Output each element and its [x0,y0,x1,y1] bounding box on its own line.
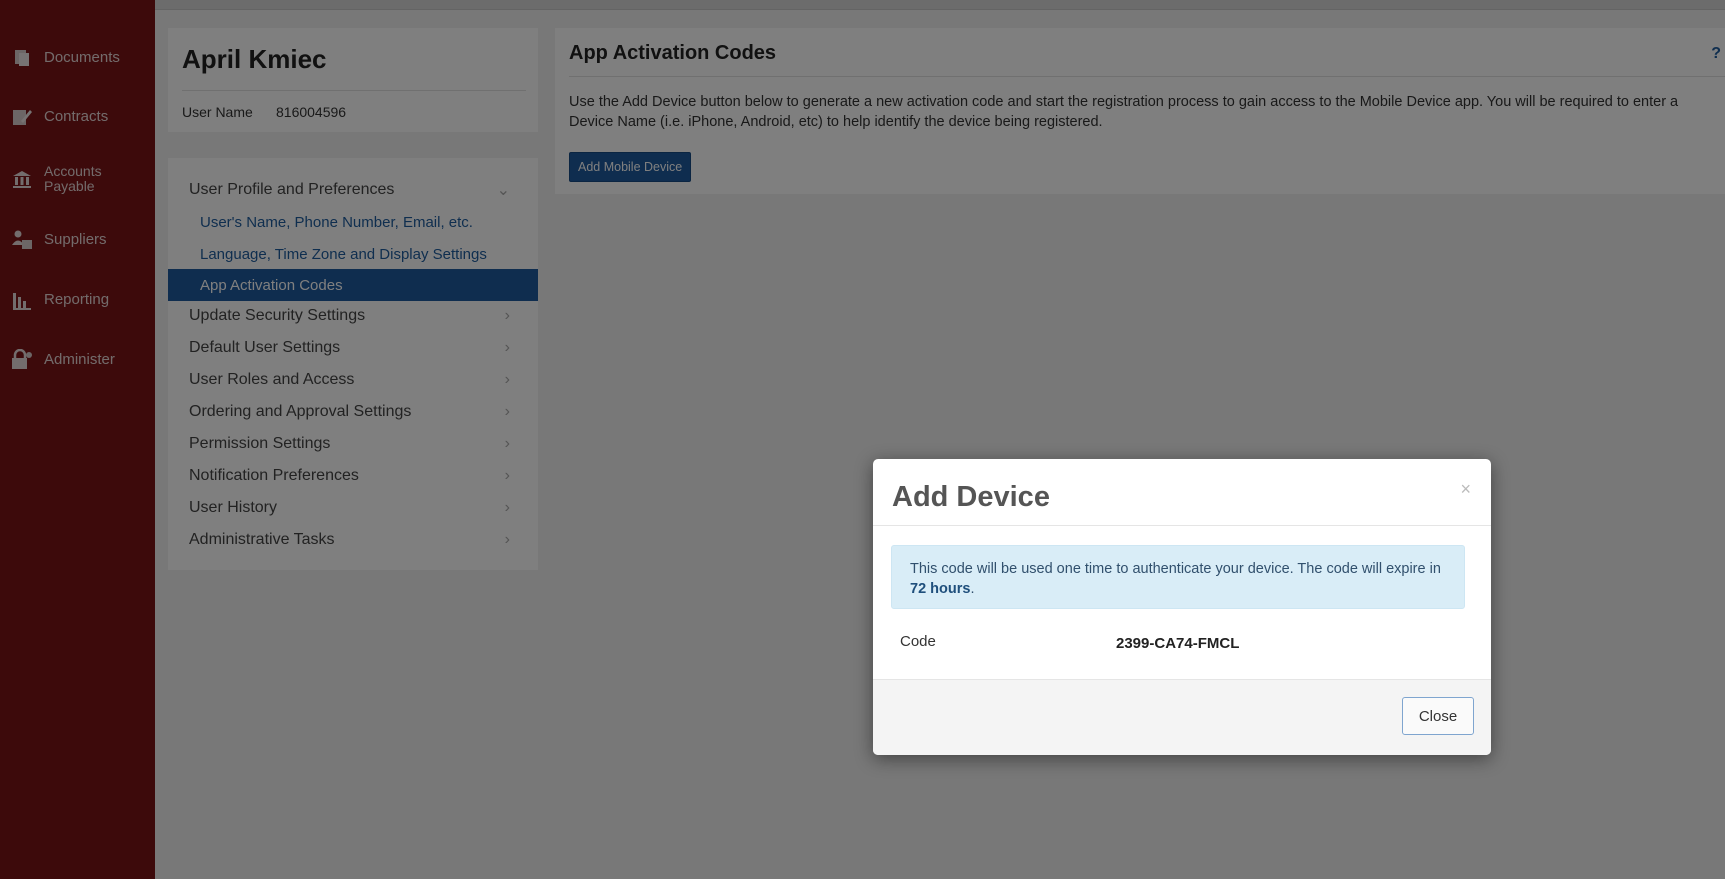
modal-title: Add Device [892,481,1050,513]
info-alert: This code will be used one time to authe… [891,545,1465,609]
code-label: Code [900,633,936,650]
close-icon[interactable]: × [1460,479,1471,500]
divider [873,525,1491,526]
close-button[interactable]: Close [1402,697,1474,735]
expiry-duration: 72 hours [910,581,971,598]
modal-footer: Close [873,679,1491,755]
activation-code: 2399-CA74-FMCL [1116,635,1240,652]
add-device-modal: Add Device × This code will be used one … [873,459,1491,755]
